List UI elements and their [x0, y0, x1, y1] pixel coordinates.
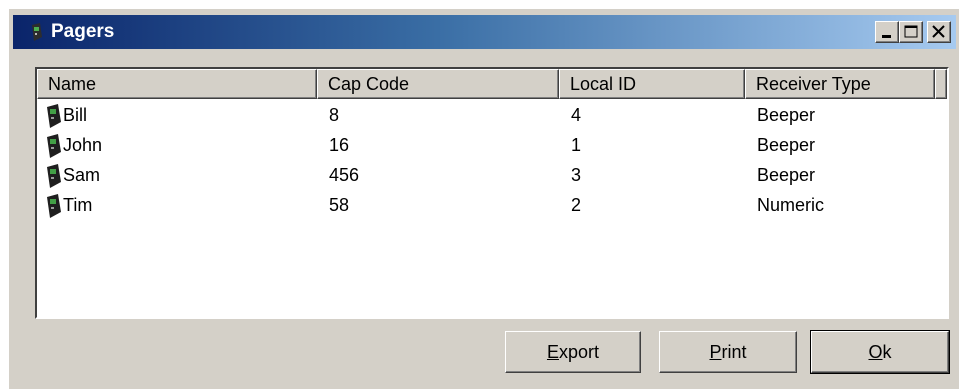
cell-name: Bill — [63, 105, 88, 125]
print-label: rint — [721, 342, 747, 362]
cell-cap-code: 16 — [329, 135, 350, 155]
cell-local-id: 1 — [571, 135, 582, 155]
cell-cap-code: 58 — [329, 195, 350, 215]
pager-icon — [47, 104, 61, 128]
list-header: Name Cap Code Local ID Receiver Type — [37, 69, 947, 99]
ok-mnemonic: O — [868, 342, 883, 362]
ok-label: k — [882, 342, 892, 362]
title-bar[interactable]: Pagers — [13, 15, 956, 49]
export-button[interactable]: Export — [505, 331, 641, 373]
close-icon — [932, 25, 945, 38]
cell-receiver-type: Numeric — [757, 195, 825, 215]
pager-icon — [32, 23, 42, 41]
list-item[interactable]: Bill 8 4 Beeper — [37, 101, 947, 131]
cell-name: John — [63, 135, 103, 155]
list-item[interactable]: Tim 58 2 Numeric — [37, 191, 947, 221]
cell-local-id: 2 — [571, 195, 582, 215]
cell-local-id: 3 — [571, 165, 582, 185]
column-header-local-id[interactable]: Local ID — [559, 69, 745, 99]
pagers-list[interactable]: Name Cap Code Local ID Receiver Type Bil… — [35, 67, 949, 319]
minimize-icon — [882, 35, 891, 38]
cell-receiver-type: Beeper — [757, 165, 816, 185]
ok-button[interactable]: Ok — [810, 330, 950, 374]
cell-name: Tim — [63, 195, 93, 215]
print-button[interactable]: Print — [659, 331, 797, 373]
pager-icon — [47, 194, 61, 218]
list-rows: Bill 8 4 Beeper John 16 1 Beeper Sam 456… — [37, 101, 947, 221]
close-button[interactable] — [927, 21, 951, 43]
maximize-button[interactable] — [899, 21, 923, 43]
list-item[interactable]: Sam 456 3 Beeper — [37, 161, 947, 191]
export-label: xport — [558, 342, 600, 362]
column-header-receiver-type[interactable]: Receiver Type — [745, 69, 935, 99]
column-header-filler — [935, 69, 947, 99]
list-item[interactable]: John 16 1 Beeper — [37, 131, 947, 161]
cell-receiver-type: Beeper — [757, 135, 816, 155]
export-mnemonic: E — [546, 342, 559, 362]
column-header-cap-code[interactable]: Cap Code — [317, 69, 559, 99]
cell-receiver-type: Beeper — [757, 105, 816, 125]
print-mnemonic: P — [709, 342, 722, 362]
minimize-button[interactable] — [875, 21, 899, 43]
cell-local-id: 4 — [571, 105, 582, 125]
pagers-window: Pagers Name Cap Code Local ID Receiver T… — [8, 8, 959, 389]
maximize-icon — [904, 25, 918, 38]
pager-icon — [47, 164, 61, 188]
cell-cap-code: 8 — [329, 105, 340, 125]
pager-icon — [47, 134, 61, 158]
cell-name: Sam — [63, 165, 101, 185]
cell-cap-code: 456 — [329, 165, 360, 185]
window-title: Pagers — [51, 21, 115, 42]
column-header-name[interactable]: Name — [37, 69, 317, 99]
